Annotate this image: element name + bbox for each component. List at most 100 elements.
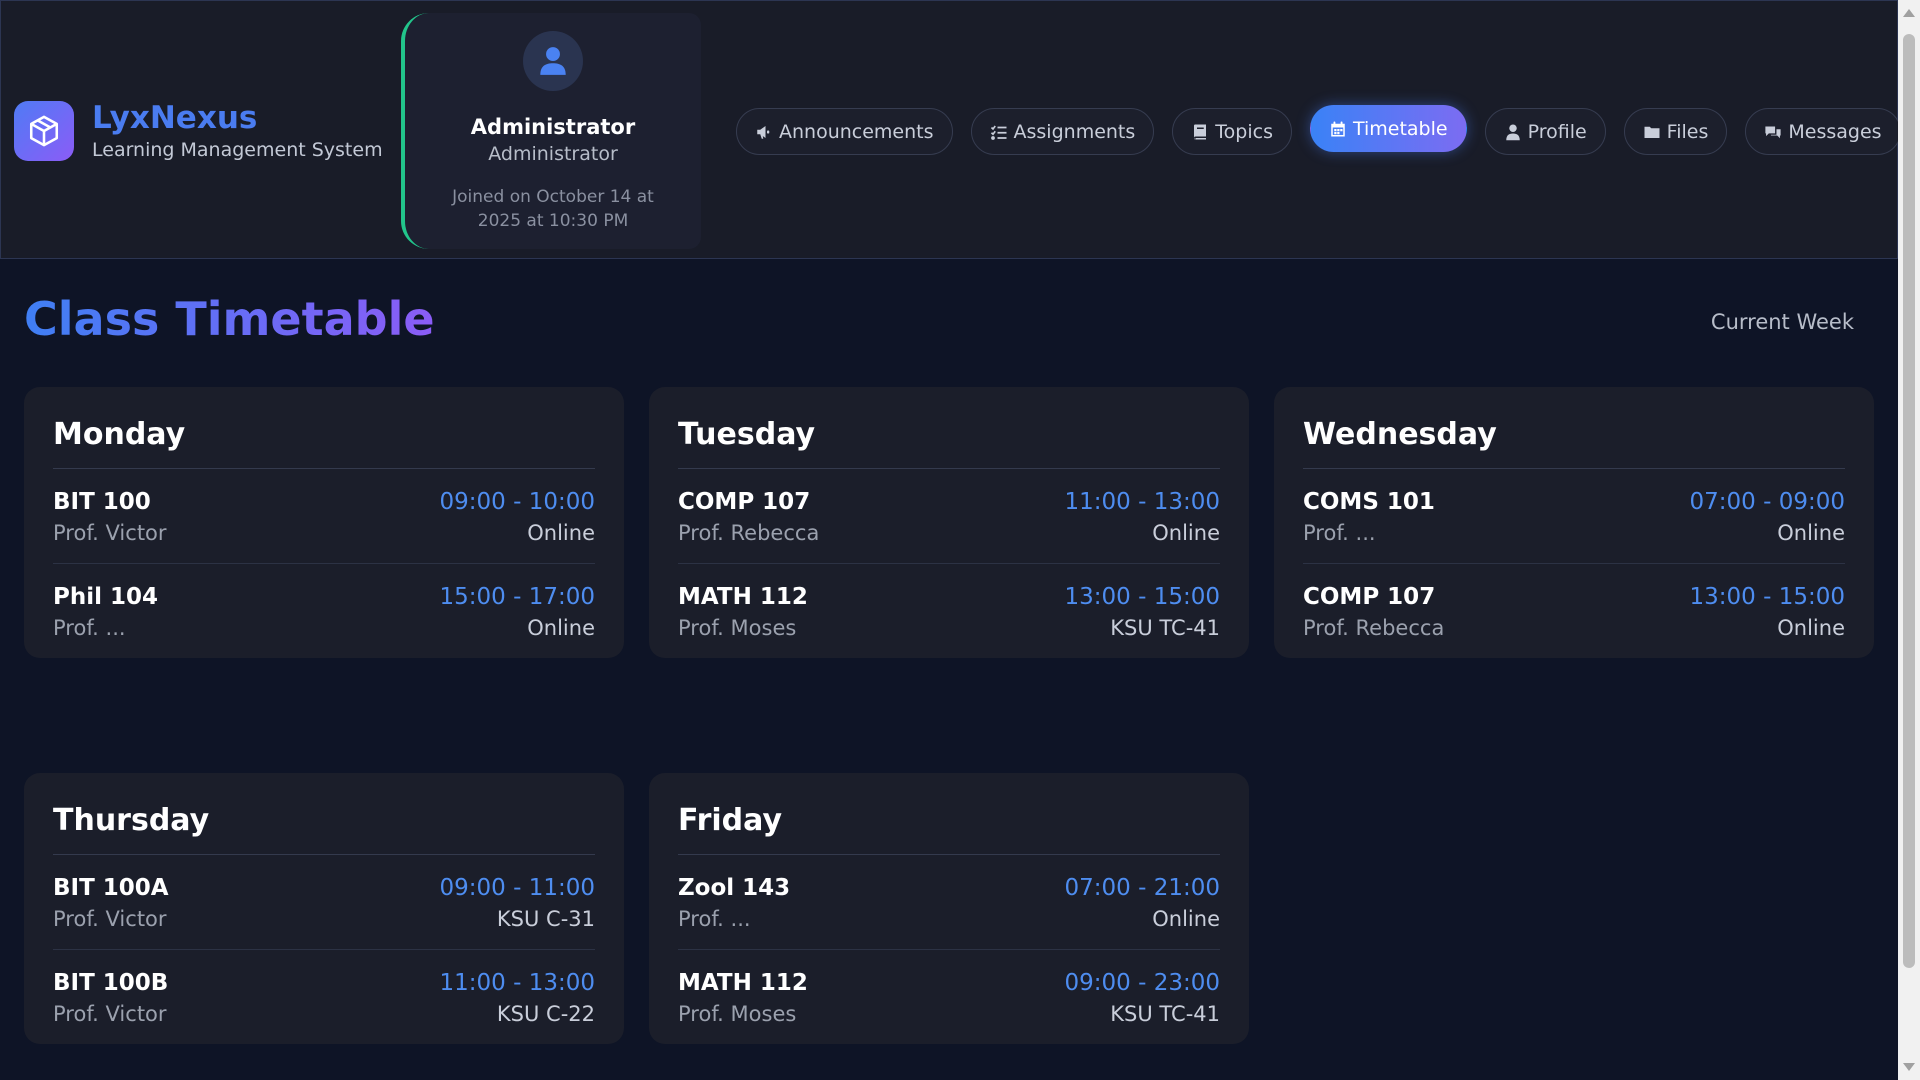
professor: Prof. ... <box>1303 521 1376 545</box>
class-time: 07:00 - 09:00 <box>1689 489 1846 515</box>
day-title: Tuesday <box>678 417 1220 469</box>
class-location: Online <box>1777 521 1845 545</box>
nav-profile[interactable]: Profile <box>1484 108 1606 155</box>
page-title: Class Timetable <box>24 292 435 346</box>
user-avatar-icon <box>540 47 566 75</box>
professor: Prof. ... <box>678 907 751 931</box>
class-location: Online <box>527 616 595 640</box>
professor: Prof. ... <box>53 616 126 640</box>
nav-label: Files <box>1666 120 1709 143</box>
class-location: Online <box>1152 521 1220 545</box>
app-header: LyxNexus Learning Management System Admi… <box>0 0 1898 259</box>
course-code: COMS 101 <box>1303 489 1435 515</box>
class-time: 11:00 - 13:00 <box>439 970 596 996</box>
profile-name: Administrator <box>470 115 636 139</box>
day-title: Thursday <box>53 803 595 855</box>
class-session[interactable]: BIT 100 Prof. Victor 09:00 - 10:00 Online <box>53 469 595 564</box>
calendar-icon <box>1329 120 1347 138</box>
course-code: Zool 143 <box>678 875 791 901</box>
megaphone-icon <box>755 123 773 141</box>
viewport: LyxNexus Learning Management System Admi… <box>0 0 1898 1080</box>
class-time: 09:00 - 11:00 <box>439 875 596 901</box>
class-session[interactable]: MATH 112 Prof. Moses 09:00 - 23:00 KSU TC-… <box>678 950 1220 1044</box>
course-code: MATH 112 <box>678 584 808 610</box>
class-session[interactable]: MATH 112 Prof. Moses 13:00 - 15:00 KSU TC-… <box>678 564 1220 658</box>
nav-label: Timetable <box>1352 117 1448 140</box>
class-time: 13:00 - 15:00 <box>1689 584 1846 610</box>
nav-label: Assignments <box>1013 120 1136 143</box>
list-check-icon <box>990 123 1008 141</box>
class-session[interactable]: COMP 107 Prof. Rebecca 11:00 - 13:00 Onlin… <box>678 469 1220 564</box>
class-time: 09:00 - 10:00 <box>439 489 596 515</box>
day-card-tuesday: Tuesday COMP 107 Prof. Rebecca 11:00 - 13… <box>649 387 1249 658</box>
nav-label: Topics <box>1215 120 1273 143</box>
day-title: Monday <box>53 417 595 469</box>
professor: Prof. Rebecca <box>678 521 820 545</box>
class-location: Online <box>1152 907 1220 931</box>
day-card-monday: Monday BIT 100 Prof. Victor 09:00 - 10:00… <box>24 387 624 658</box>
course-code: BIT 100A <box>53 875 169 901</box>
day-card-thursday: Thursday BIT 100A Prof. Victor 09:00 - 11… <box>24 773 624 1044</box>
professor: Prof. Rebecca <box>1303 616 1445 640</box>
course-code: MATH 112 <box>678 970 808 996</box>
class-session[interactable]: Phil 104 Prof. ... 15:00 - 17:00 Online <box>53 564 595 658</box>
scroll-up-arrow-icon[interactable] <box>1903 9 1915 17</box>
course-code: Phil 104 <box>53 584 159 610</box>
brand[interactable]: LyxNexus Learning Management System <box>14 101 383 161</box>
class-time: 13:00 - 15:00 <box>1064 584 1221 610</box>
professor: Prof. Moses <box>678 1002 797 1026</box>
brand-subtitle: Learning Management System <box>92 139 383 162</box>
user-icon <box>1504 123 1522 141</box>
main-nav: Announcements Assignments Topics Timetab… <box>736 105 1898 155</box>
nav-messages[interactable]: Messages <box>1745 108 1898 155</box>
nav-label: Profile <box>1527 120 1587 143</box>
profile-role: Administrator <box>488 143 618 165</box>
nav-timetable[interactable]: Timetable <box>1309 105 1467 152</box>
folder-icon <box>1643 123 1661 141</box>
class-time: 11:00 - 13:00 <box>1064 489 1221 515</box>
day-title: Wednesday <box>1303 417 1845 469</box>
class-location: Online <box>1777 616 1845 640</box>
day-card-friday: Friday Zool 143 Prof. ... 07:00 - 21:00 On… <box>649 773 1249 1044</box>
class-time: 09:00 - 23:00 <box>1064 970 1221 996</box>
profile-card: Administrator Administrator Joined on Oc… <box>401 13 701 249</box>
book-icon <box>1191 123 1209 141</box>
nav-label: Announcements <box>779 120 934 143</box>
scroll-thumb[interactable] <box>1903 34 1915 968</box>
class-location: KSU TC-41 <box>1110 616 1220 640</box>
avatar <box>523 31 583 91</box>
nav-label: Messages <box>1788 120 1882 143</box>
nav-announcements[interactable]: Announcements <box>736 108 953 155</box>
class-session[interactable]: Zool 143 Prof. ... 07:00 - 21:00 Online <box>678 855 1220 950</box>
class-session[interactable]: BIT 100A Prof. Victor 09:00 - 11:00 KSU C-… <box>53 855 595 950</box>
brand-name: LyxNexus <box>92 100 258 136</box>
course-code: BIT 100B <box>53 970 169 996</box>
class-session[interactable]: BIT 100B Prof. Victor 11:00 - 13:00 KSU C-… <box>53 950 595 1044</box>
professor: Prof. Victor <box>53 521 167 545</box>
profile-joined-date: Joined on October 14 at 2025 at 10:30 PM <box>452 187 654 231</box>
class-location: KSU C-31 <box>496 907 595 931</box>
class-location: Online <box>527 521 595 545</box>
nav-files[interactable]: Files <box>1623 108 1728 155</box>
cube-logo-icon <box>14 101 74 162</box>
class-time: 07:00 - 21:00 <box>1064 875 1221 901</box>
course-code: COMP 107 <box>1303 584 1436 610</box>
current-week-label: Current Week <box>1710 310 1854 334</box>
class-session[interactable]: COMP 107 Prof. Rebecca 13:00 - 15:00 Onlin… <box>1303 564 1845 658</box>
course-code: BIT 100 <box>53 489 151 515</box>
scroll-down-arrow-icon[interactable] <box>1903 1063 1915 1071</box>
class-session[interactable]: COMS 101 Prof. ... 07:00 - 09:00 Online <box>1303 469 1845 564</box>
class-location: KSU TC-41 <box>1110 1002 1220 1026</box>
vertical-scrollbar[interactable] <box>1898 0 1920 1080</box>
class-time: 15:00 - 17:00 <box>439 584 596 610</box>
nav-assignments[interactable]: Assignments <box>970 108 1155 155</box>
nav-topics[interactable]: Topics <box>1172 108 1292 155</box>
chat-icon <box>1764 123 1782 141</box>
day-card-wednesday: Wednesday COMS 101 Prof. ... 07:00 - 09:0… <box>1274 387 1874 658</box>
day-title: Friday <box>678 803 1220 855</box>
professor: Prof. Victor <box>53 1002 167 1026</box>
professor: Prof. Moses <box>678 616 797 640</box>
page: LyxNexus Learning Management System Admi… <box>0 0 1920 1080</box>
course-code: COMP 107 <box>678 489 811 515</box>
professor: Prof. Victor <box>53 907 167 931</box>
